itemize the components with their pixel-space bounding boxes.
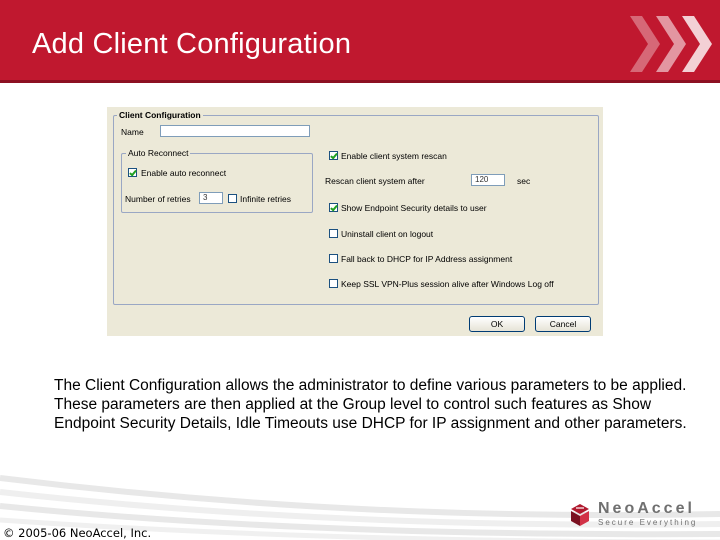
rescan-unit-label: sec [517, 176, 531, 186]
ok-button[interactable]: OK [469, 316, 525, 332]
enable-auto-reconnect-label: Enable auto reconnect [141, 168, 227, 178]
slide-title: Add Client Configuration [32, 28, 352, 60]
neoaccel-logo-icon [571, 504, 589, 526]
group-title: Client Configuration [117, 110, 203, 120]
name-label: Name [121, 127, 144, 137]
cancel-button[interactable]: Cancel [535, 316, 591, 332]
infinite-retries-label: Infinite retries [240, 194, 292, 204]
copyright-notice: © 2005-06 NeoAccel, Inc. [3, 526, 152, 540]
auto-reconnect-group [121, 153, 313, 213]
enable-rescan-label: Enable client system rescan [341, 151, 447, 161]
retries-label: Number of retries [125, 194, 191, 204]
chevron-arrows-icon [630, 16, 712, 72]
title-bar-underline [0, 80, 720, 83]
keep-session-alive-label: Keep SSL VPN-Plus session alive after Wi… [341, 279, 554, 289]
dhcp-fallback-label: Fall back to DHCP for IP Address assignm… [341, 254, 513, 264]
rescan-interval-field[interactable]: 120 [471, 174, 505, 186]
client-configuration-dialog: Client Configuration Name Auto Reconnect… [107, 107, 603, 336]
enable-auto-reconnect-checkbox[interactable] [128, 168, 137, 177]
auto-reconnect-title: Auto Reconnect [126, 148, 191, 158]
company-tagline: Secure Everything [598, 518, 698, 527]
retries-field[interactable]: 3 [199, 192, 223, 204]
infinite-retries-checkbox[interactable] [228, 194, 237, 203]
show-endpoint-checkbox[interactable] [329, 203, 338, 212]
dhcp-fallback-checkbox[interactable] [329, 254, 338, 263]
company-logo-name: NeoAccel [598, 500, 695, 517]
uninstall-on-logout-checkbox[interactable] [329, 229, 338, 238]
uninstall-on-logout-label: Uninstall client on logout [341, 229, 434, 239]
enable-rescan-checkbox[interactable] [329, 151, 338, 160]
show-endpoint-label: Show Endpoint Security details to user [341, 203, 487, 213]
body-paragraph: The Client Configuration allows the admi… [54, 377, 687, 432]
name-field[interactable] [160, 125, 310, 137]
keep-session-alive-checkbox[interactable] [329, 279, 338, 288]
rescan-after-label: Rescan client system after [325, 176, 425, 186]
